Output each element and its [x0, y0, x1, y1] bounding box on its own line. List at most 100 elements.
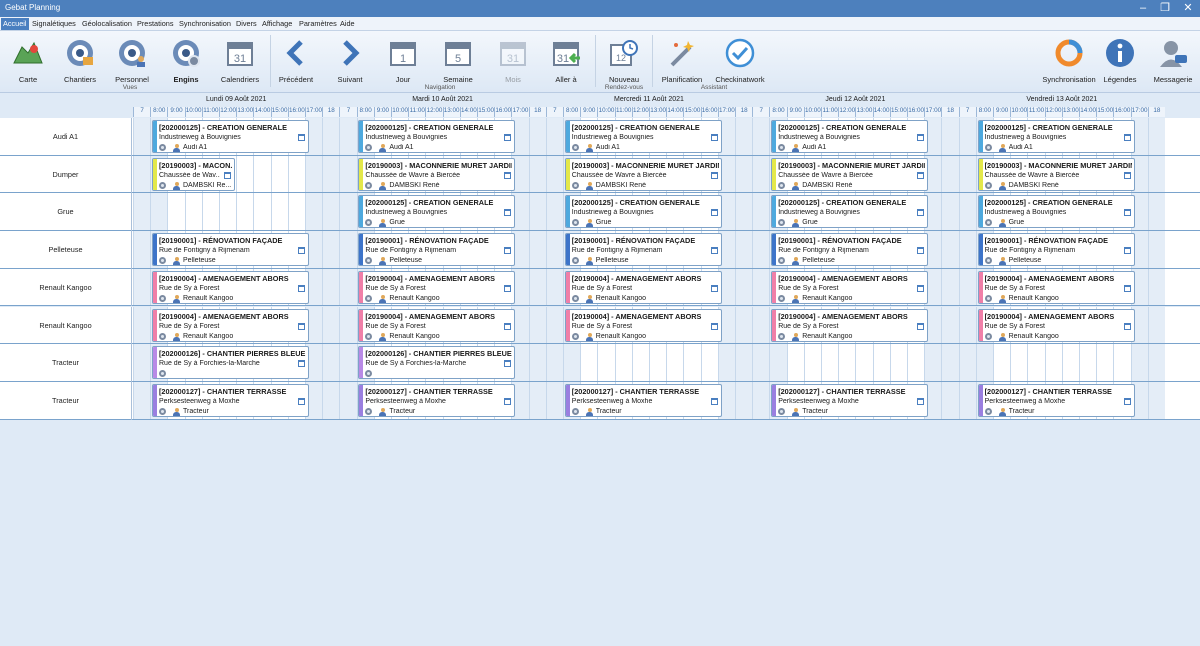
precedent-button[interactable]: Précédent: [279, 35, 313, 87]
time-slot[interactable]: [545, 344, 563, 381]
calendar-icon[interactable]: [1123, 247, 1131, 255]
calendar-icon[interactable]: [917, 247, 925, 255]
time-slot[interactable]: [1147, 381, 1165, 419]
planning-card[interactable]: [20190003] - MACON... Chaussée de Wav... D…: [152, 157, 235, 191]
time-slot[interactable]: [322, 344, 340, 381]
time-slot[interactable]: [339, 231, 357, 268]
time-slot[interactable]: [1079, 344, 1097, 381]
calendar-icon[interactable]: [298, 397, 305, 405]
time-slot[interactable]: [975, 344, 993, 381]
planning-card[interactable]: [202000125] - CREATION GENERALE Industrie…: [977, 120, 1135, 153]
calendar-icon[interactable]: [710, 171, 718, 179]
planning-card[interactable]: [20190004] - AMENAGEMENT ABORS Rue de Sy …: [358, 308, 516, 342]
time-slot[interactable]: [339, 306, 357, 344]
time-slot[interactable]: [872, 344, 890, 381]
time-slot[interactable]: [889, 344, 907, 381]
legendes-button[interactable]: Légendes: [1104, 35, 1136, 87]
calendar-icon[interactable]: [917, 171, 925, 179]
menu-divers[interactable]: Divers: [234, 18, 259, 30]
time-slot[interactable]: [133, 231, 151, 268]
time-slot[interactable]: [287, 155, 305, 193]
nouveau-button[interactable]: 12 Nouveau: [608, 35, 640, 87]
time-slot[interactable]: [236, 155, 254, 193]
time-slot[interactable]: [1027, 344, 1045, 381]
time-slot[interactable]: [649, 344, 667, 381]
time-slot[interactable]: [322, 381, 340, 419]
minimize-icon[interactable]: –: [1132, 0, 1154, 17]
time-slot[interactable]: [305, 193, 323, 231]
time-slot[interactable]: [528, 118, 546, 155]
time-slot[interactable]: [339, 268, 357, 306]
planning-card[interactable]: [20190004] - AMENAGEMENT ABORS Rue de Sy …: [564, 270, 722, 304]
time-slot[interactable]: [752, 344, 770, 381]
planning-card[interactable]: [20190001] - RÉNOVATION FAÇADE Rue de Fon…: [152, 233, 309, 267]
planning-card[interactable]: [20190003] - MACONNERIE MURET JARDIN Chau…: [771, 157, 929, 191]
time-slot[interactable]: [958, 344, 976, 381]
time-slot[interactable]: [339, 118, 357, 155]
menu-affichage[interactable]: Affichage: [260, 18, 294, 30]
time-slot[interactable]: [339, 381, 357, 419]
time-slot[interactable]: [1096, 344, 1114, 381]
planning-card[interactable]: [20190003] - MACONNERIE MURET JARDIN Chau…: [564, 157, 722, 191]
time-slot[interactable]: [1147, 344, 1165, 381]
time-slot[interactable]: [167, 193, 185, 231]
time-slot[interactable]: [735, 193, 753, 231]
personnel-button[interactable]: Personnel: [115, 35, 149, 87]
calendar-icon[interactable]: [710, 247, 718, 255]
time-slot[interactable]: [735, 155, 753, 193]
time-slot[interactable]: [322, 268, 340, 306]
planning-card[interactable]: [20190003] - MACONNERIE MURET JARDIN Chau…: [358, 157, 516, 191]
calendar-icon[interactable]: [710, 134, 718, 141]
planning-card[interactable]: [202000125] - CREATION GENERALE Industrie…: [564, 195, 722, 229]
time-slot[interactable]: [1147, 306, 1165, 344]
time-slot[interactable]: [1113, 344, 1131, 381]
calendar-icon[interactable]: [298, 247, 305, 255]
time-slot[interactable]: [219, 193, 237, 231]
planning-card[interactable]: [202000127] - CHANTIER TERRASSE Perkseste…: [771, 383, 929, 417]
calendar-icon[interactable]: [710, 284, 718, 292]
time-slot[interactable]: [752, 193, 770, 231]
time-slot[interactable]: [735, 344, 753, 381]
time-slot[interactable]: [941, 118, 959, 155]
time-slot[interactable]: [270, 155, 288, 193]
calendar-icon[interactable]: [1123, 284, 1131, 292]
calendar-icon[interactable]: [504, 360, 512, 368]
planning-card[interactable]: [202000127] - CHANTIER TERRASSE Perkseste…: [358, 383, 516, 417]
calendar-icon[interactable]: [1123, 209, 1131, 217]
time-slot[interactable]: [924, 344, 942, 381]
time-slot[interactable]: [614, 344, 632, 381]
time-slot[interactable]: [322, 118, 340, 155]
time-slot[interactable]: [958, 268, 976, 306]
planning-card[interactable]: [202000125] - CREATION GENERALE Industrie…: [564, 120, 722, 153]
chantiers-button[interactable]: Chantiers: [64, 35, 96, 87]
engins-button[interactable]: Engins: [170, 35, 202, 87]
calendar-icon[interactable]: [298, 134, 305, 141]
time-slot[interactable]: [1147, 118, 1165, 155]
synchronisation-button[interactable]: Synchronisation: [1042, 35, 1096, 87]
calendar-icon[interactable]: [917, 284, 925, 292]
time-slot[interactable]: [855, 344, 873, 381]
planning-card[interactable]: [20190004] - AMENAGEMENT ABORS Rue de Sy …: [564, 308, 722, 342]
calendar-icon[interactable]: [1123, 134, 1131, 141]
time-slot[interactable]: [528, 155, 546, 193]
menu-aide[interactable]: Aide: [338, 18, 357, 30]
time-slot[interactable]: [752, 118, 770, 155]
calendar-icon[interactable]: [224, 171, 231, 179]
time-slot[interactable]: [184, 193, 202, 231]
time-slot[interactable]: [941, 381, 959, 419]
time-slot[interactable]: [270, 193, 288, 231]
planning-card[interactable]: [202000126] - CHANTIER PIERRES BLEUE Rue …: [358, 346, 516, 380]
calendar-icon[interactable]: [1123, 397, 1131, 405]
time-slot[interactable]: [941, 306, 959, 344]
time-slot[interactable]: [1010, 344, 1028, 381]
calendar-icon[interactable]: [504, 171, 512, 179]
time-slot[interactable]: [993, 344, 1011, 381]
time-slot[interactable]: [580, 344, 598, 381]
time-slot[interactable]: [683, 344, 701, 381]
time-slot[interactable]: [1061, 344, 1079, 381]
time-slot[interactable]: [133, 268, 151, 306]
time-slot[interactable]: [305, 155, 323, 193]
calendar-icon[interactable]: [917, 322, 925, 330]
time-slot[interactable]: [545, 306, 563, 344]
semaine-button[interactable]: 5 Semaine: [442, 35, 474, 87]
